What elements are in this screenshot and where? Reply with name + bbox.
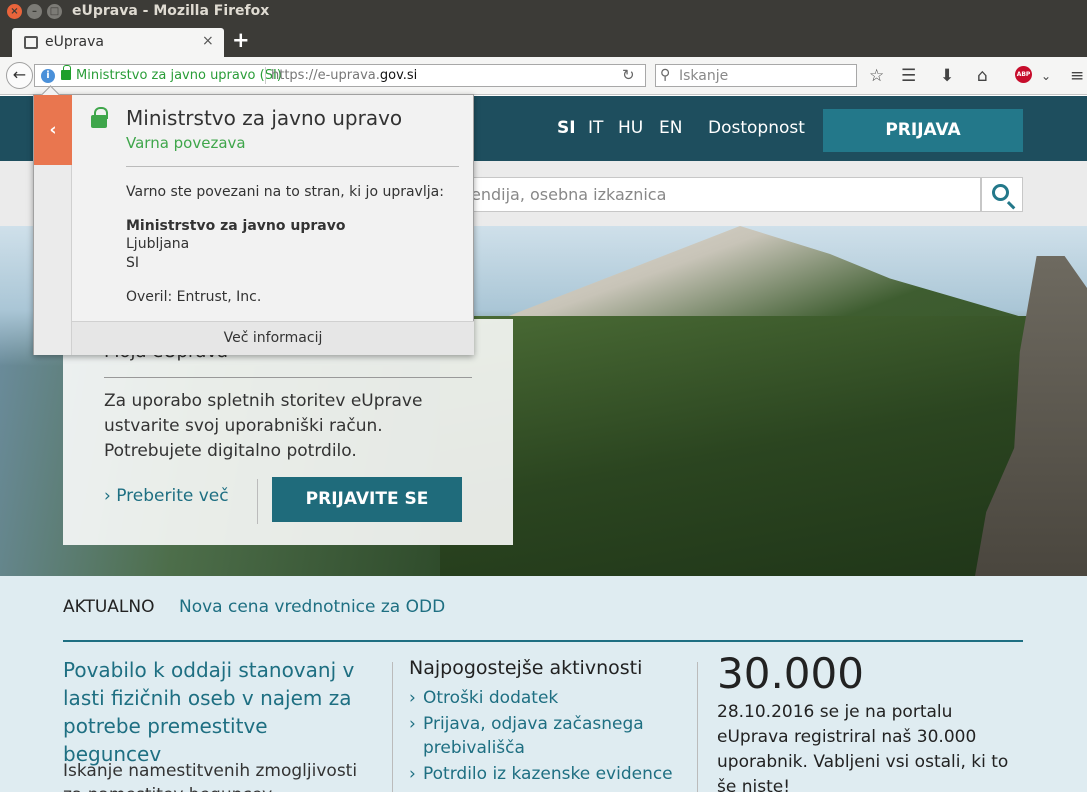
popup-divider xyxy=(126,166,459,167)
url-bar[interactable]: i Ministrstvo za javno upravo (SI) https… xyxy=(34,64,646,87)
url-separator xyxy=(265,67,266,84)
reading-list-icon[interactable]: ☰ xyxy=(901,66,916,86)
activities-title: Najpogostejše aktivnosti xyxy=(409,657,643,679)
tab-close-icon[interactable]: × xyxy=(202,33,214,49)
adblock-plus-icon[interactable]: ABP xyxy=(1015,66,1032,83)
browser-search-input[interactable]: ⚲ Iskanje xyxy=(655,64,857,87)
window-minimize-button[interactable]: – xyxy=(27,4,42,19)
sign-in-button[interactable]: PRIJAVITE SE xyxy=(272,477,462,522)
login-box-text: Za uporabo spletnih storitev eUprave ust… xyxy=(104,391,423,461)
popup-back-button[interactable]: ‹ xyxy=(34,95,72,165)
popup-organization: Ministrstvo za javno upravo xyxy=(126,218,346,234)
news-label: AKTUALNO xyxy=(63,597,155,617)
window-maximize-button[interactable]: □ xyxy=(47,4,62,19)
popup-title: Ministrstvo za javno upravo xyxy=(126,106,403,130)
download-icon[interactable]: ⬇ xyxy=(940,66,954,86)
more-information-button[interactable]: Več informacij xyxy=(72,321,474,355)
menu-icon[interactable]: ≡ xyxy=(1070,66,1084,86)
page-favicon-icon xyxy=(24,36,38,49)
secure-lock-icon xyxy=(91,107,108,128)
language-it-link[interactable]: IT xyxy=(588,118,603,138)
info-icon[interactable]: i xyxy=(41,69,55,83)
activity-link[interactable]: Prijava, odjava začasnega prebivališča xyxy=(409,712,679,760)
chevron-down-icon[interactable]: ⌄ xyxy=(1041,69,1051,83)
tab-strip: eUprava × + xyxy=(0,24,1087,57)
url-text[interactable]: https://e-uprava.gov.si xyxy=(271,68,417,83)
new-tab-button[interactable]: + xyxy=(232,28,250,52)
activity-link[interactable]: Otroški dodatek xyxy=(409,686,679,710)
window-titlebar: × – □ eUprava - Mozilla Firefox xyxy=(0,0,1087,24)
popup-city: Ljubljana xyxy=(126,236,190,252)
reload-icon[interactable]: ↻ xyxy=(622,66,635,84)
site-identity-popup: ‹ Ministrstvo za javno upravo Varna pove… xyxy=(33,94,474,355)
lock-icon xyxy=(61,65,71,80)
language-en-link[interactable]: EN xyxy=(659,118,682,138)
home-icon[interactable]: ⌂ xyxy=(977,66,988,86)
tab-label: eUprava xyxy=(45,34,104,50)
popup-sidebar: ‹ xyxy=(34,95,72,355)
user-count-text: 28.10.2016 se je na portalu eUprava regi… xyxy=(717,702,1009,792)
popup-secure-status: Varna povezava xyxy=(126,134,246,152)
url-domain: gov.si xyxy=(379,68,418,83)
featured-article-text: Iskanje namestitvenih zmogljivosti za na… xyxy=(63,761,358,792)
featured-article-link[interactable]: Povabilo k oddaji stanovanj v lasti fizi… xyxy=(63,656,363,768)
identity-label[interactable]: Ministrstvo za javno upravo (SI) xyxy=(76,68,282,83)
activities-list: Otroški dodatek Prijava, odjava začasneg… xyxy=(409,686,679,788)
tab-euprava[interactable]: eUprava × xyxy=(12,28,224,57)
back-button[interactable]: ← xyxy=(6,62,33,89)
login-box-separator xyxy=(257,479,258,524)
lower-section: AKTUALNO Nova cena vrednotnice za ODD Po… xyxy=(0,576,1087,792)
popup-verifier: Overil: Entrust, Inc. xyxy=(126,289,262,305)
language-si-link[interactable]: SI xyxy=(557,118,576,138)
column-separator xyxy=(697,662,698,792)
search-icon: ⚲ xyxy=(660,67,671,83)
bookmark-star-icon[interactable]: ☆ xyxy=(869,66,884,86)
login-button[interactable]: PRIJAVA xyxy=(823,109,1023,152)
popup-country: SI xyxy=(126,255,140,271)
user-count: 30.000 xyxy=(717,649,864,698)
news-link[interactable]: Nova cena vrednotnice za ODD xyxy=(179,597,445,617)
column-separator xyxy=(392,662,393,792)
read-more-link[interactable]: › Preberite več xyxy=(104,486,229,506)
news-divider xyxy=(63,640,1023,642)
login-box-divider xyxy=(104,377,472,378)
navigation-toolbar: ← i Ministrstvo za javno upravo (SI) htt… xyxy=(0,57,1087,95)
browser-search-placeholder: Iskanje xyxy=(679,68,729,84)
window-title: eUprava - Mozilla Firefox xyxy=(72,3,270,19)
language-hu-link[interactable]: HU xyxy=(618,118,643,138)
url-prefix: https://e-uprava. xyxy=(271,68,380,83)
popup-description: Varno ste povezani na to stran, ki jo up… xyxy=(126,184,444,200)
magnifier-icon xyxy=(992,184,1009,201)
window-close-button[interactable]: × xyxy=(7,4,22,19)
site-search-button[interactable] xyxy=(981,177,1023,212)
accessibility-link[interactable]: Dostopnost xyxy=(708,118,805,138)
activity-link[interactable]: Potrdilo iz kazenske evidence xyxy=(409,762,679,786)
